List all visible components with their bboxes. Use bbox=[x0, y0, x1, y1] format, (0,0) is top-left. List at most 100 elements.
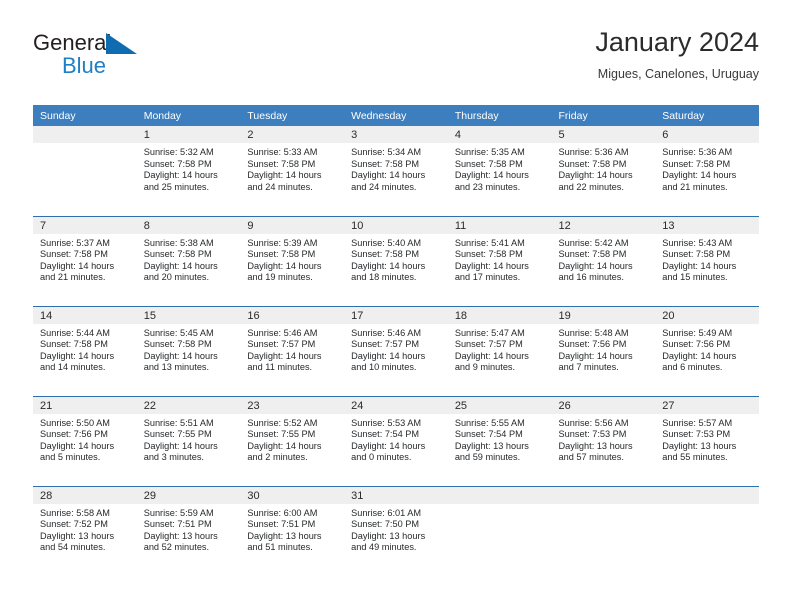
calendar-day-cell[interactable]: 7 Sunrise: 5:37 AM Sunset: 7:58 PM Daylight… bbox=[33, 215, 137, 306]
day-detail-line: Sunrise: 6:01 AM bbox=[351, 507, 422, 518]
day-detail-line: and 54 minutes. bbox=[40, 542, 106, 553]
day-detail-line: Sunrise: 5:37 AM bbox=[40, 237, 110, 248]
day-detail-line: Sunrise: 5:42 AM bbox=[558, 237, 629, 248]
calendar-day-cell[interactable]: 3 Sunrise: 5:34 AM Sunset: 7:58 PM Daylight… bbox=[344, 126, 448, 216]
calendar-day-cell[interactable]: 16 Sunrise: 5:46 AM Sunset: 7:57 PM Dayligh… bbox=[240, 305, 345, 396]
day-details: Sunrise: 6:01 AM Sunset: 7:50 PM Daylight:… bbox=[344, 504, 448, 554]
calendar-day-cell[interactable]: 2 Sunrise: 5:33 AM Sunset: 7:58 PM Daylight… bbox=[240, 126, 345, 216]
day-detail-line: Sunset: 7:58 PM bbox=[40, 249, 108, 260]
day-number: 5 bbox=[551, 126, 656, 143]
calendar-day-cell[interactable]: 23 Sunrise: 5:52 AM Sunset: 7:55 PM Dayligh… bbox=[240, 395, 345, 486]
day-detail-line: Sunset: 7:56 PM bbox=[40, 429, 108, 440]
day-detail-line: Sunrise: 5:44 AM bbox=[40, 327, 110, 338]
calendar-day-cell[interactable]: 24 Sunrise: 5:53 AM Sunset: 7:54 PM Dayligh… bbox=[344, 395, 448, 486]
day-number: 30 bbox=[240, 486, 345, 504]
day-details: Sunrise: 5:55 AM Sunset: 7:54 PM Daylight:… bbox=[448, 414, 552, 464]
day-number: 28 bbox=[33, 486, 137, 504]
calendar-day-cell[interactable]: 17 Sunrise: 5:46 AM Sunset: 7:57 PM Dayligh… bbox=[344, 305, 448, 396]
day-detail-line: and 20 minutes. bbox=[143, 272, 210, 283]
day-detail-line: Daylight: 14 hours bbox=[351, 350, 426, 361]
day-detail-line: Sunrise: 5:40 AM bbox=[351, 237, 422, 248]
brand-logo[interactable]: General Blue bbox=[33, 31, 153, 87]
day-detail-line: and 22 minutes. bbox=[558, 181, 624, 192]
calendar-day-cell[interactable]: 14 Sunrise: 5:44 AM Sunset: 7:58 PM Dayligh… bbox=[33, 305, 137, 396]
day-detail-line: and 55 minutes. bbox=[662, 452, 728, 463]
calendar-day-cell[interactable]: 11 Sunrise: 5:41 AM Sunset: 7:58 PM Dayligh… bbox=[447, 215, 552, 306]
calendar-day-cell[interactable]: 9 Sunrise: 5:39 AM Sunset: 7:58 PM Daylight… bbox=[240, 215, 345, 306]
day-detail-line: Daylight: 14 hours bbox=[662, 170, 737, 181]
day-details: Sunrise: 5:43 AM Sunset: 7:58 PM Daylight:… bbox=[655, 234, 759, 284]
calendar-week-row: 14 Sunrise: 5:44 AM Sunset: 7:58 PM Dayligh… bbox=[33, 305, 759, 396]
blue-triangle-flag-icon bbox=[106, 33, 137, 55]
title-block: January 2024 Migues, Canelones, Uruguay bbox=[595, 26, 759, 82]
calendar-day-cell[interactable]: 6 Sunrise: 5:36 AM Sunset: 7:58 PM Daylight… bbox=[655, 126, 759, 216]
calendar-day-cell[interactable]: 21 Sunrise: 5:50 AM Sunset: 7:56 PM Dayligh… bbox=[33, 395, 137, 486]
day-detail-line: Sunset: 7:58 PM bbox=[143, 158, 212, 169]
calendar-day-cell[interactable]: 30 Sunrise: 6:00 AM Sunset: 7:51 PM Dayligh… bbox=[240, 485, 345, 576]
calendar-day-cell[interactable]: 8 Sunrise: 5:38 AM Sunset: 7:58 PM Daylight… bbox=[136, 215, 241, 306]
calendar-day-cell[interactable]: 19 Sunrise: 5:48 AM Sunset: 7:56 PM Dayligh… bbox=[551, 305, 656, 396]
weekday-header-sunday: Sunday bbox=[33, 105, 137, 126]
calendar-day-cell[interactable]: 4 Sunrise: 5:35 AM Sunset: 7:58 PM Daylight… bbox=[447, 126, 552, 216]
calendar-day-cell[interactable]: 18 Sunrise: 5:47 AM Sunset: 7:57 PM Dayligh… bbox=[447, 305, 552, 396]
calendar-day-cell[interactable]: 10 Sunrise: 5:40 AM Sunset: 7:58 PM Dayligh… bbox=[344, 215, 448, 306]
day-detail-line: Sunset: 7:58 PM bbox=[662, 249, 731, 260]
day-detail-line: Sunset: 7:58 PM bbox=[454, 249, 523, 260]
day-detail-line: Sunrise: 5:47 AM bbox=[454, 327, 525, 338]
day-detail-line: Sunrise: 5:49 AM bbox=[662, 327, 733, 338]
calendar-day-cell[interactable]: 15 Sunrise: 5:45 AM Sunset: 7:58 PM Dayligh… bbox=[136, 305, 241, 396]
day-detail-line: Daylight: 14 hours bbox=[143, 260, 218, 271]
calendar-day-cell[interactable]: 28 Sunrise: 5:58 AM Sunset: 7:52 PM Dayligh… bbox=[33, 485, 137, 576]
day-number: 13 bbox=[655, 216, 759, 234]
day-detail-line: Daylight: 14 hours bbox=[662, 260, 737, 271]
day-detail-line: and 6 minutes. bbox=[662, 362, 723, 373]
day-detail-line: Sunrise: 5:39 AM bbox=[247, 237, 318, 248]
calendar-day-cell[interactable]: 13 Sunrise: 5:43 AM Sunset: 7:58 PM Dayligh… bbox=[655, 215, 759, 306]
day-number: 3 bbox=[344, 126, 448, 143]
day-details: Sunrise: 5:50 AM Sunset: 7:56 PM Daylight:… bbox=[33, 414, 137, 464]
calendar-day-cell[interactable]: 31 Sunrise: 6:01 AM Sunset: 7:50 PM Dayligh… bbox=[344, 485, 448, 576]
day-detail-line: and 59 minutes. bbox=[454, 452, 521, 463]
calendar-day-cell[interactable]: 5 Sunrise: 5:36 AM Sunset: 7:58 PM Daylight… bbox=[551, 126, 656, 216]
weekday-header-saturday: Saturday bbox=[655, 105, 759, 126]
day-number: 7 bbox=[33, 216, 137, 234]
day-detail-line: Sunset: 7:58 PM bbox=[247, 249, 316, 260]
day-details: Sunrise: 5:36 AM Sunset: 7:58 PM Daylight:… bbox=[655, 143, 759, 193]
day-details: Sunrise: 5:42 AM Sunset: 7:58 PM Daylight:… bbox=[552, 234, 656, 284]
day-detail-line: Daylight: 14 hours bbox=[247, 170, 322, 181]
calendar-day-cell[interactable]: 22 Sunrise: 5:51 AM Sunset: 7:55 PM Dayligh… bbox=[136, 395, 241, 486]
day-number: 31 bbox=[344, 486, 448, 504]
calendar-grid: Sunday Monday Tuesday Wednesday Thursday Frid… bbox=[33, 105, 759, 576]
day-details: Sunrise: 5:33 AM Sunset: 7:58 PM Daylight:… bbox=[240, 143, 344, 193]
day-detail-line: and 57 minutes. bbox=[558, 452, 624, 463]
day-detail-line: Daylight: 14 hours bbox=[351, 260, 426, 271]
day-details: Sunrise: 5:59 AM Sunset: 7:51 PM Daylight:… bbox=[137, 504, 241, 554]
day-detail-line: and 49 minutes. bbox=[351, 542, 417, 553]
calendar-day-cell[interactable]: 1 Sunrise: 5:32 AM Sunset: 7:58 PM Daylight… bbox=[136, 126, 241, 216]
day-number: 6 bbox=[655, 126, 759, 143]
day-detail-line: Sunset: 7:55 PM bbox=[143, 429, 212, 440]
day-detail-line: and 5 minutes. bbox=[40, 452, 101, 463]
calendar-day-cell[interactable]: 26 Sunrise: 5:56 AM Sunset: 7:53 PM Dayligh… bbox=[551, 395, 656, 486]
calendar-day-cell[interactable]: 20 Sunrise: 5:49 AM Sunset: 7:56 PM Dayligh… bbox=[655, 305, 759, 396]
day-number: 9 bbox=[240, 216, 345, 234]
calendar-day-cell[interactable]: 29 Sunrise: 5:59 AM Sunset: 7:51 PM Dayligh… bbox=[136, 485, 241, 576]
day-detail-line: Daylight: 14 hours bbox=[40, 260, 115, 271]
calendar-day-cell[interactable]: 25 Sunrise: 5:55 AM Sunset: 7:54 PM Dayligh… bbox=[447, 395, 552, 486]
day-detail-line: Sunrise: 5:32 AM bbox=[143, 147, 214, 157]
day-detail-line: Sunrise: 5:41 AM bbox=[454, 237, 525, 248]
day-number: 4 bbox=[447, 126, 552, 143]
calendar-day-cell-empty bbox=[447, 485, 552, 576]
day-detail-line: Sunset: 7:58 PM bbox=[351, 158, 420, 169]
day-detail-line: Daylight: 14 hours bbox=[454, 350, 529, 361]
day-detail-line: and 15 minutes. bbox=[662, 272, 728, 283]
day-detail-line: and 24 minutes. bbox=[351, 181, 417, 192]
day-detail-line: Daylight: 14 hours bbox=[247, 440, 322, 451]
calendar-day-cell[interactable]: 27 Sunrise: 5:57 AM Sunset: 7:53 PM Dayligh… bbox=[655, 395, 759, 486]
day-number: 21 bbox=[33, 396, 137, 414]
day-detail-line: Sunset: 7:53 PM bbox=[558, 429, 627, 440]
day-detail-line: Sunrise: 5:58 AM bbox=[40, 507, 110, 518]
calendar-day-cell[interactable]: 12 Sunrise: 5:42 AM Sunset: 7:58 PM Dayligh… bbox=[551, 215, 656, 306]
day-detail-line: Sunrise: 5:36 AM bbox=[558, 147, 629, 157]
day-detail-line: Sunset: 7:56 PM bbox=[558, 339, 627, 350]
